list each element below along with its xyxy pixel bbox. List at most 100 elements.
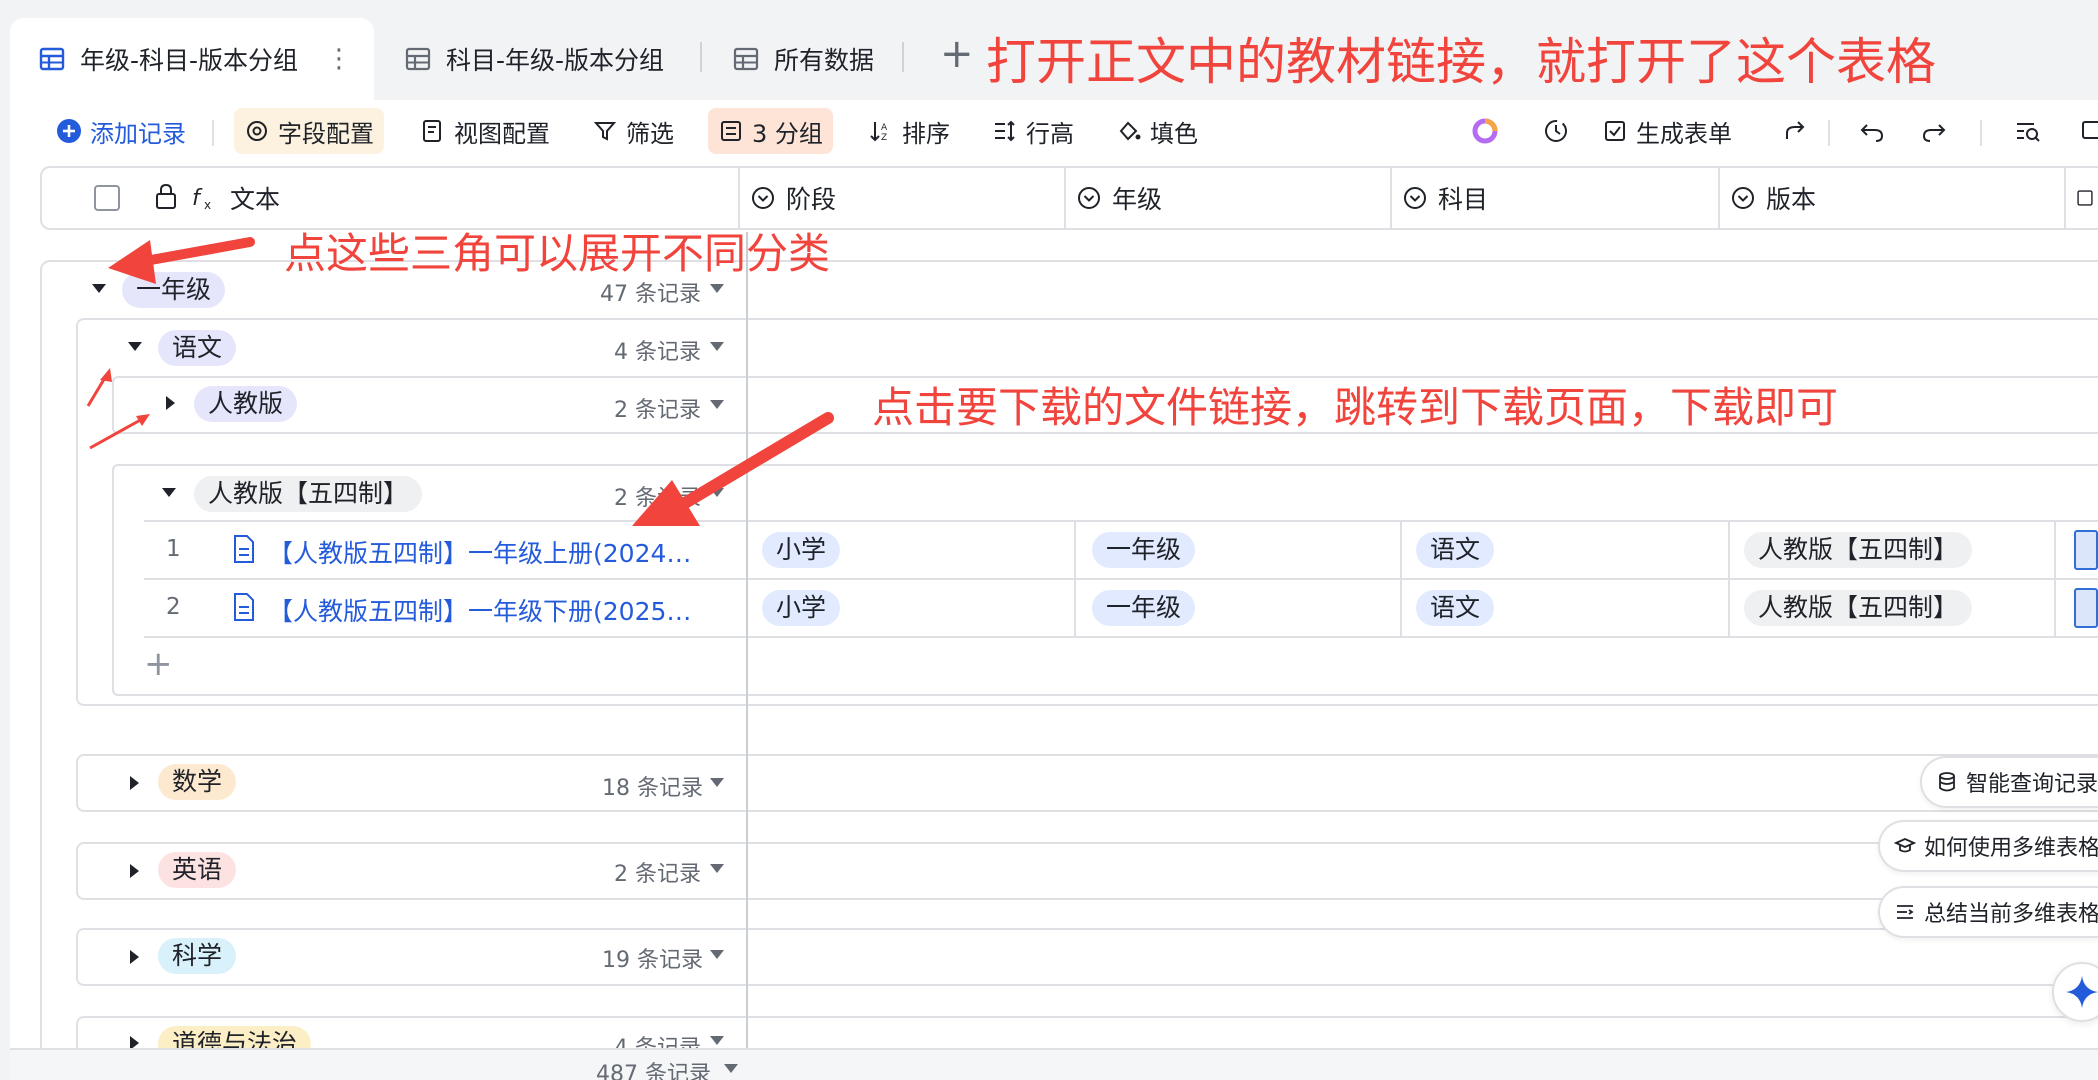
expand-triangle-icon[interactable] (92, 284, 106, 293)
how-to-use-button[interactable]: 如何使用多维表格 (1878, 820, 2098, 872)
toolbar-divider (212, 120, 214, 146)
ai-assistant-button[interactable] (1460, 108, 1518, 154)
group-menu-chevron-icon[interactable] (710, 864, 724, 873)
record-link[interactable]: 【人教版五四制】一年级上册(2024秋... (268, 534, 708, 570)
group-frame-math (76, 754, 2098, 812)
group-menu-chevron-icon[interactable] (710, 1036, 724, 1045)
redo-icon (1922, 124, 1946, 142)
group-menu-chevron-icon[interactable] (710, 778, 724, 787)
option-grade: 一年级 (1092, 532, 1196, 568)
row-height-button[interactable]: 行高 (982, 108, 1084, 154)
option-subject: 语文 (1416, 590, 1495, 626)
group-tag-grade1: 一年级 (122, 272, 226, 308)
option-edition: 人教版【五四制】 (1744, 590, 1973, 626)
tab-grade-subject-edition[interactable]: 年级-科目-版本分组 ⋮ (10, 18, 374, 100)
collapsed-triangle-icon[interactable] (166, 396, 175, 410)
frozen-column-divider (746, 232, 748, 1068)
column-header-subject[interactable]: 科目 (1390, 168, 1636, 228)
column-header-attachment[interactable] (2064, 168, 2098, 228)
redo-button[interactable] (1910, 108, 1966, 154)
sparkle-icon (2066, 976, 2098, 1008)
column-header-label: 阶段 (786, 185, 837, 214)
sort-button[interactable]: AZ 排序 (858, 108, 960, 154)
group-frame-english (76, 842, 2098, 900)
cell-divider (1400, 522, 1402, 636)
smart-query-button[interactable]: 智能查询记录 (1920, 756, 2098, 808)
toolbar-divider (1980, 120, 1982, 146)
gear-icon (247, 121, 267, 141)
footer-menu-chevron-icon[interactable] (724, 1064, 738, 1073)
formula-icon: fx (192, 186, 211, 212)
plus-circle-icon (57, 119, 81, 143)
comment-button[interactable] (2070, 108, 2098, 154)
history-clock-icon (1545, 120, 1567, 142)
expand-triangle-icon[interactable] (128, 342, 142, 351)
cell-divider (2054, 522, 2056, 636)
column-header-grade[interactable]: 年级 (1064, 168, 1310, 228)
select-all-checkbox[interactable] (94, 185, 120, 211)
more-vertical-icon[interactable]: ⋮ (326, 44, 352, 74)
toolbar: 添加记录 字段配置 视图配置 筛选 3 分组 AZ 排序 行高 填色 生成表单 (10, 100, 2098, 164)
svg-text:x: x (204, 198, 211, 212)
group-menu-chevron-icon[interactable] (710, 488, 724, 497)
add-record-button[interactable]: 添加记录 (46, 108, 196, 154)
document-icon (232, 534, 256, 568)
group-menu-chevron-icon[interactable] (710, 400, 724, 409)
search-records-button[interactable] (2004, 108, 2060, 154)
group-tag-chinese: 语文 (158, 330, 237, 366)
share-button[interactable] (1772, 108, 1828, 154)
group-menu-chevron-icon[interactable] (710, 284, 724, 293)
total-records-count: 487 条记录 (596, 1062, 711, 1080)
group-menu-chevron-icon[interactable] (710, 342, 724, 351)
view-settings-icon (423, 120, 441, 142)
fill-color-button[interactable]: 填色 (1106, 108, 1208, 154)
row-divider (144, 520, 2098, 522)
expand-triangle-icon[interactable] (162, 488, 176, 497)
column-header-text[interactable]: fx 文本 (180, 168, 740, 228)
filter-label: 筛选 (626, 119, 674, 148)
group-label: 3 分组 (752, 119, 823, 148)
ai-ring-icon (1472, 118, 1498, 144)
add-view-button[interactable]: + (940, 34, 974, 74)
lock-icon (154, 182, 178, 216)
undo-icon (1860, 124, 1884, 142)
single-select-icon (1732, 187, 1754, 209)
group-count: 2 条记录 (614, 398, 701, 423)
record-link[interactable]: 【人教版五四制】一年级下册(2025春... (268, 592, 708, 628)
view-config-button[interactable]: 视图配置 (410, 108, 560, 154)
collapsed-triangle-icon[interactable] (130, 950, 139, 964)
grid-table-icon (38, 45, 66, 73)
field-config-button[interactable]: 字段配置 (234, 108, 384, 154)
summarize-button[interactable]: 总结当前多维表格 (1878, 886, 2098, 938)
form-check-icon (1605, 121, 1625, 141)
option-edition: 人教版【五四制】 (1744, 532, 1973, 568)
qr-attachment-icon[interactable] (2074, 530, 2098, 570)
group-button[interactable]: 3 分组 (708, 108, 833, 154)
qr-attachment-icon[interactable] (2074, 588, 2098, 628)
collapsed-triangle-icon[interactable] (130, 776, 139, 790)
tab-bar: 年级-科目-版本分组 ⋮ 科目-年级-版本分组 所有数据 + 打开正文中的教材链… (0, 0, 2098, 100)
column-header-stage[interactable]: 阶段 (738, 168, 984, 228)
tab-subject-grade-edition[interactable]: 科目-年级-版本分组 (404, 18, 664, 100)
add-record-label: 添加记录 (90, 119, 186, 148)
cell-divider (1074, 522, 1076, 636)
option-subject: 语文 (1416, 532, 1495, 568)
grid-table-icon (732, 45, 760, 73)
how-to-use-label: 如何使用多维表格 (1923, 836, 2098, 861)
single-select-icon (1078, 187, 1100, 209)
grid-table-icon (404, 45, 432, 73)
add-row-button[interactable]: + (144, 644, 173, 684)
undo-button[interactable] (1848, 108, 1904, 154)
tab-label: 所有数据 (774, 46, 875, 75)
column-header-edition[interactable]: 版本 (1718, 168, 1964, 228)
filter-button[interactable]: 筛选 (582, 108, 684, 154)
attachment-field-icon (2077, 190, 2093, 206)
group-count: 19 条记录 (602, 948, 703, 973)
collapsed-triangle-icon[interactable] (130, 864, 139, 878)
column-header-label: 版本 (1766, 185, 1817, 214)
tab-divider (902, 42, 904, 72)
generate-form-button[interactable]: 生成表单 (1592, 108, 1742, 154)
tab-all-data[interactable]: 所有数据 (732, 18, 874, 100)
history-button[interactable] (1532, 108, 1588, 154)
group-menu-chevron-icon[interactable] (710, 950, 724, 959)
